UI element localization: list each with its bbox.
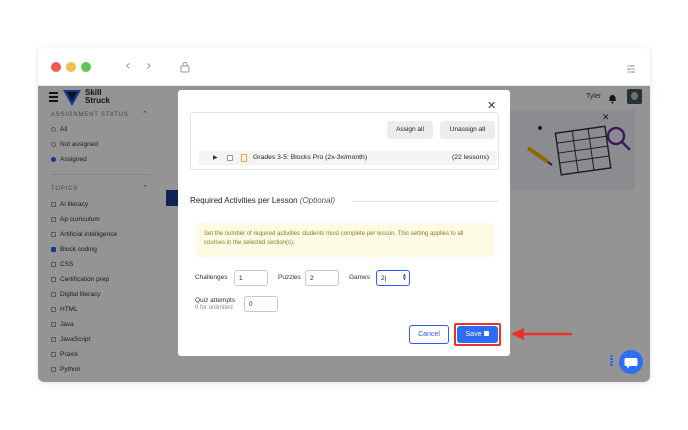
pointer-arrow-icon (511, 328, 572, 340)
forward-arrow-icon[interactable]: › (146, 58, 152, 74)
window-close-dot[interactable] (51, 62, 61, 72)
quiz-attempts-input[interactable]: 0 (244, 296, 278, 312)
file-icon (241, 154, 247, 162)
assign-all-button[interactable]: Assign all (387, 121, 433, 139)
lesson-count: (22 lessons) (451, 154, 489, 161)
lesson-card: Assign all Unassign all ▶ Grades 3-5: Bl… (190, 112, 499, 170)
quiz-attempts-hint: 0 for unlimited (195, 305, 233, 311)
quiz-attempts-label: Quiz attempts (195, 297, 236, 304)
lesson-checkbox[interactable] (227, 155, 233, 161)
window-minimize-dot[interactable] (66, 62, 76, 72)
browser-titlebar: ‹ › (38, 48, 650, 86)
chat-bubble-icon (624, 358, 638, 369)
lesson-row[interactable]: ▶ Grades 3-5: Blocks Pro (2x-3x/month) (… (199, 151, 497, 165)
chat-button[interactable] (619, 350, 643, 374)
puzzles-input[interactable]: 2 (305, 270, 339, 286)
spinner-arrows-icon[interactable]: ▲ ▼ (403, 273, 406, 281)
chat-grip-icon[interactable] (610, 355, 614, 367)
games-input[interactable]: 2| ▲ ▼ (376, 270, 410, 286)
save-disk-icon (484, 330, 490, 336)
puzzles-label: Puzzles (278, 274, 301, 281)
challenges-label: Challenges (195, 274, 228, 281)
challenges-input[interactable]: 1 (234, 270, 268, 286)
divider (352, 201, 498, 202)
required-activities-heading: Required Activities per Lesson (Optional… (190, 196, 335, 205)
browser-settings-icon[interactable] (626, 61, 636, 79)
lock-icon (180, 60, 190, 78)
save-button[interactable]: Save (457, 326, 498, 343)
unassign-all-button[interactable]: Unassign all (440, 121, 495, 139)
lesson-name: Grades 3-5: Blocks Pro (2x-3x/month) (253, 154, 368, 161)
cancel-button[interactable]: Cancel (409, 325, 449, 344)
assign-lessons-modal: ✕ Assign all Unassign all ▶ Grades 3-5: … (178, 90, 510, 356)
games-label: Games (349, 274, 370, 281)
back-arrow-icon[interactable]: ‹ (125, 58, 131, 74)
expand-triangle-icon[interactable]: ▶ (213, 154, 218, 161)
info-banner: Set the number of required activities st… (196, 223, 494, 257)
window-maximize-dot[interactable] (81, 62, 91, 72)
close-icon[interactable]: ✕ (487, 99, 496, 112)
